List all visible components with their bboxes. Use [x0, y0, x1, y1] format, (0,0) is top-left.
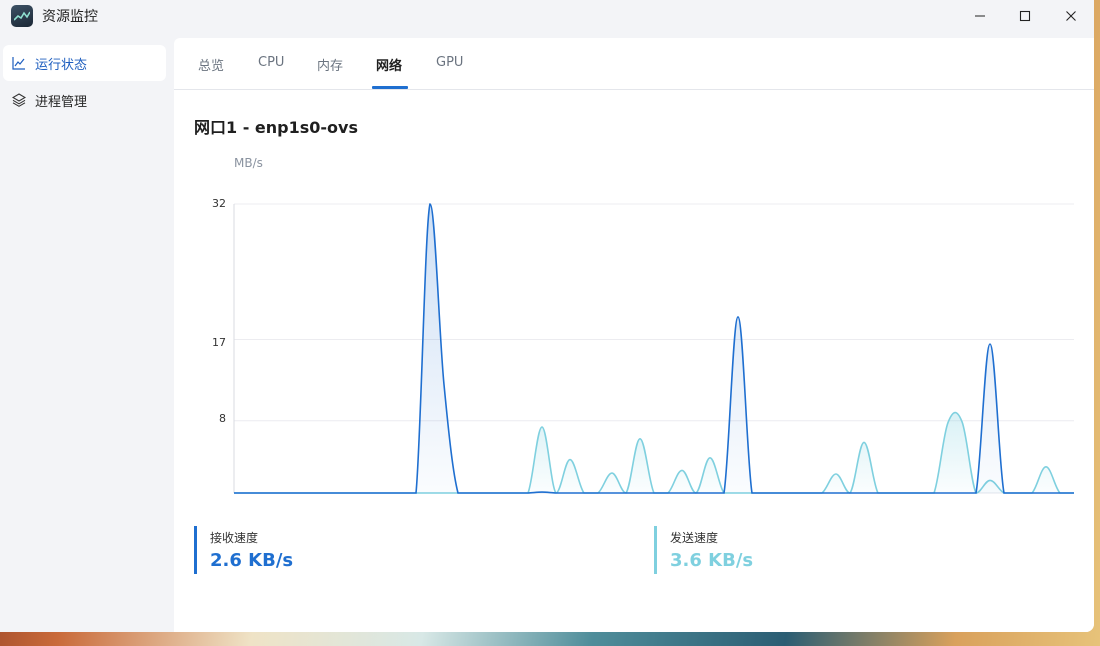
- title-bar: 资源监控: [0, 0, 1094, 32]
- sidebar-item-label: 运行状态: [35, 57, 88, 73]
- sidebar: 运行状态 进程管理: [0, 38, 174, 632]
- receive-value: 2.6 KB/s: [210, 550, 294, 571]
- sidebar-item-label: 进程管理: [35, 94, 88, 110]
- maximize-button[interactable]: [1002, 0, 1048, 32]
- sidebar-item-status[interactable]: 运行状态: [3, 45, 166, 81]
- send-color-bar: [654, 526, 657, 574]
- minimize-button[interactable]: [957, 0, 1003, 32]
- sidebar-item-processes[interactable]: 进程管理: [3, 82, 166, 118]
- close-button[interactable]: [1048, 0, 1094, 32]
- close-icon: [1066, 11, 1076, 21]
- receive-color-bar: [194, 526, 197, 574]
- app-window: 资源监控 运行状态 进程管理 总览 CPU 内存 网络 GPU 网口1 - en…: [0, 0, 1094, 632]
- line-chart-icon: [12, 56, 26, 70]
- network-chart: [233, 203, 1074, 494]
- receive-label: 接收速度: [210, 531, 259, 545]
- send-value: 3.6 KB/s: [670, 550, 754, 571]
- monitor-chart-icon: [11, 5, 33, 27]
- minimize-icon: [975, 15, 985, 17]
- maximize-icon: [1019, 10, 1031, 22]
- layers-icon: [12, 93, 26, 107]
- send-label: 发送速度: [670, 531, 719, 545]
- main-content: 总览 CPU 内存 网络 GPU 网口1 - enp1s0-ovs MB/s 3…: [174, 38, 1094, 632]
- window-title: 资源监控: [42, 9, 98, 25]
